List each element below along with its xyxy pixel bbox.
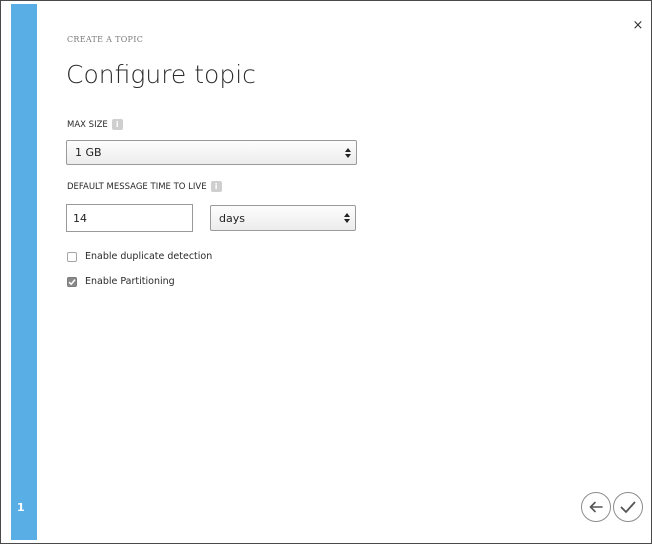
complete-button[interactable] [613,492,643,522]
max-size-label: MAX SIZE i [67,119,123,130]
step-number: 1 [17,501,25,514]
checkmark-icon [68,278,76,285]
partitioning-option[interactable]: Enable Partitioning [67,276,175,287]
select-arrows-icon [345,147,351,158]
back-arrow-icon [589,501,603,513]
max-size-value: 1 GB [75,146,102,159]
close-button[interactable]: × [631,19,645,33]
duplicate-detection-label: Enable duplicate detection [85,251,213,262]
info-icon[interactable]: i [210,181,222,192]
select-arrows-icon [344,213,350,223]
partitioning-label: Enable Partitioning [85,276,175,287]
ttl-label: DEFAULT MESSAGE TIME TO LIVE i [67,181,222,192]
page-title: Configure topic [66,60,256,89]
max-size-label-text: MAX SIZE [67,119,108,130]
info-icon[interactable]: i [111,119,123,130]
max-size-select[interactable]: 1 GB [66,140,357,165]
ttl-value-input[interactable] [66,204,193,232]
ttl-label-text: DEFAULT MESSAGE TIME TO LIVE [67,181,207,192]
close-icon: × [632,18,644,33]
duplicate-detection-option[interactable]: Enable duplicate detection [67,251,212,262]
wizard-step-rail: 1 [11,4,37,540]
checkmark-icon [620,501,636,513]
wizard-label: CREATE A TOPIC [67,35,144,44]
duplicate-detection-checkbox[interactable] [67,251,77,262]
create-topic-dialog: 1 × CREATE A TOPIC Configure topic MAX S… [0,0,652,544]
partitioning-checkbox[interactable] [67,276,77,287]
ttl-unit-value: days [219,211,245,225]
back-button[interactable] [581,492,611,522]
ttl-unit-select[interactable]: days [210,205,356,231]
